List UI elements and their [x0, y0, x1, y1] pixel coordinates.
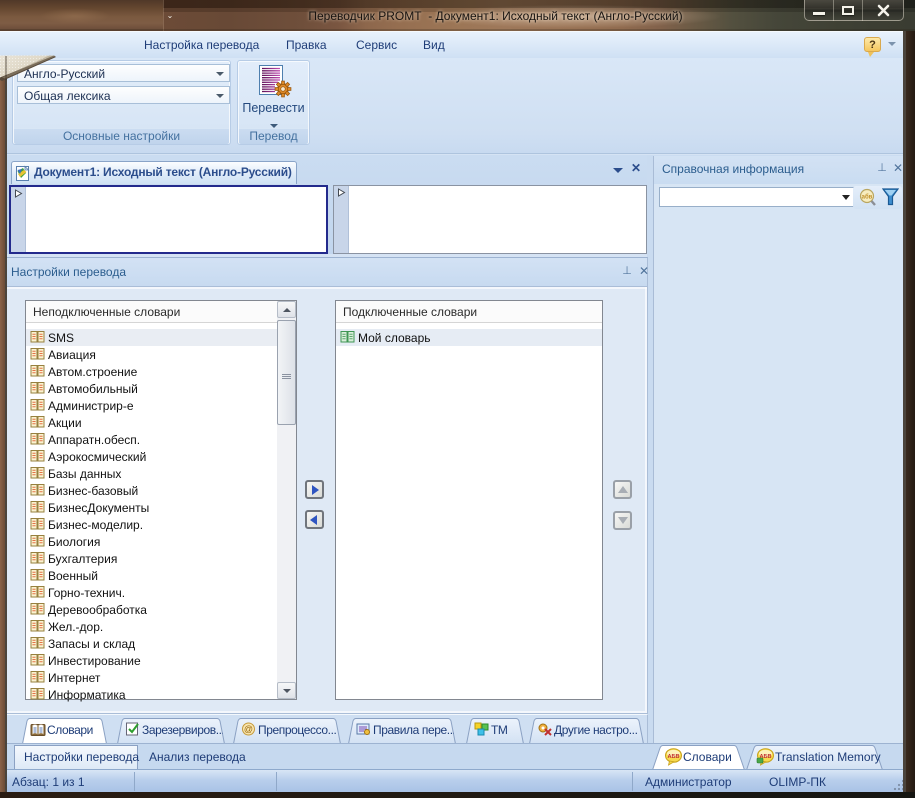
svg-text:АБВ: АБВ	[667, 754, 679, 760]
svg-text:@: @	[244, 724, 253, 734]
svg-text:абв: абв	[862, 194, 873, 201]
